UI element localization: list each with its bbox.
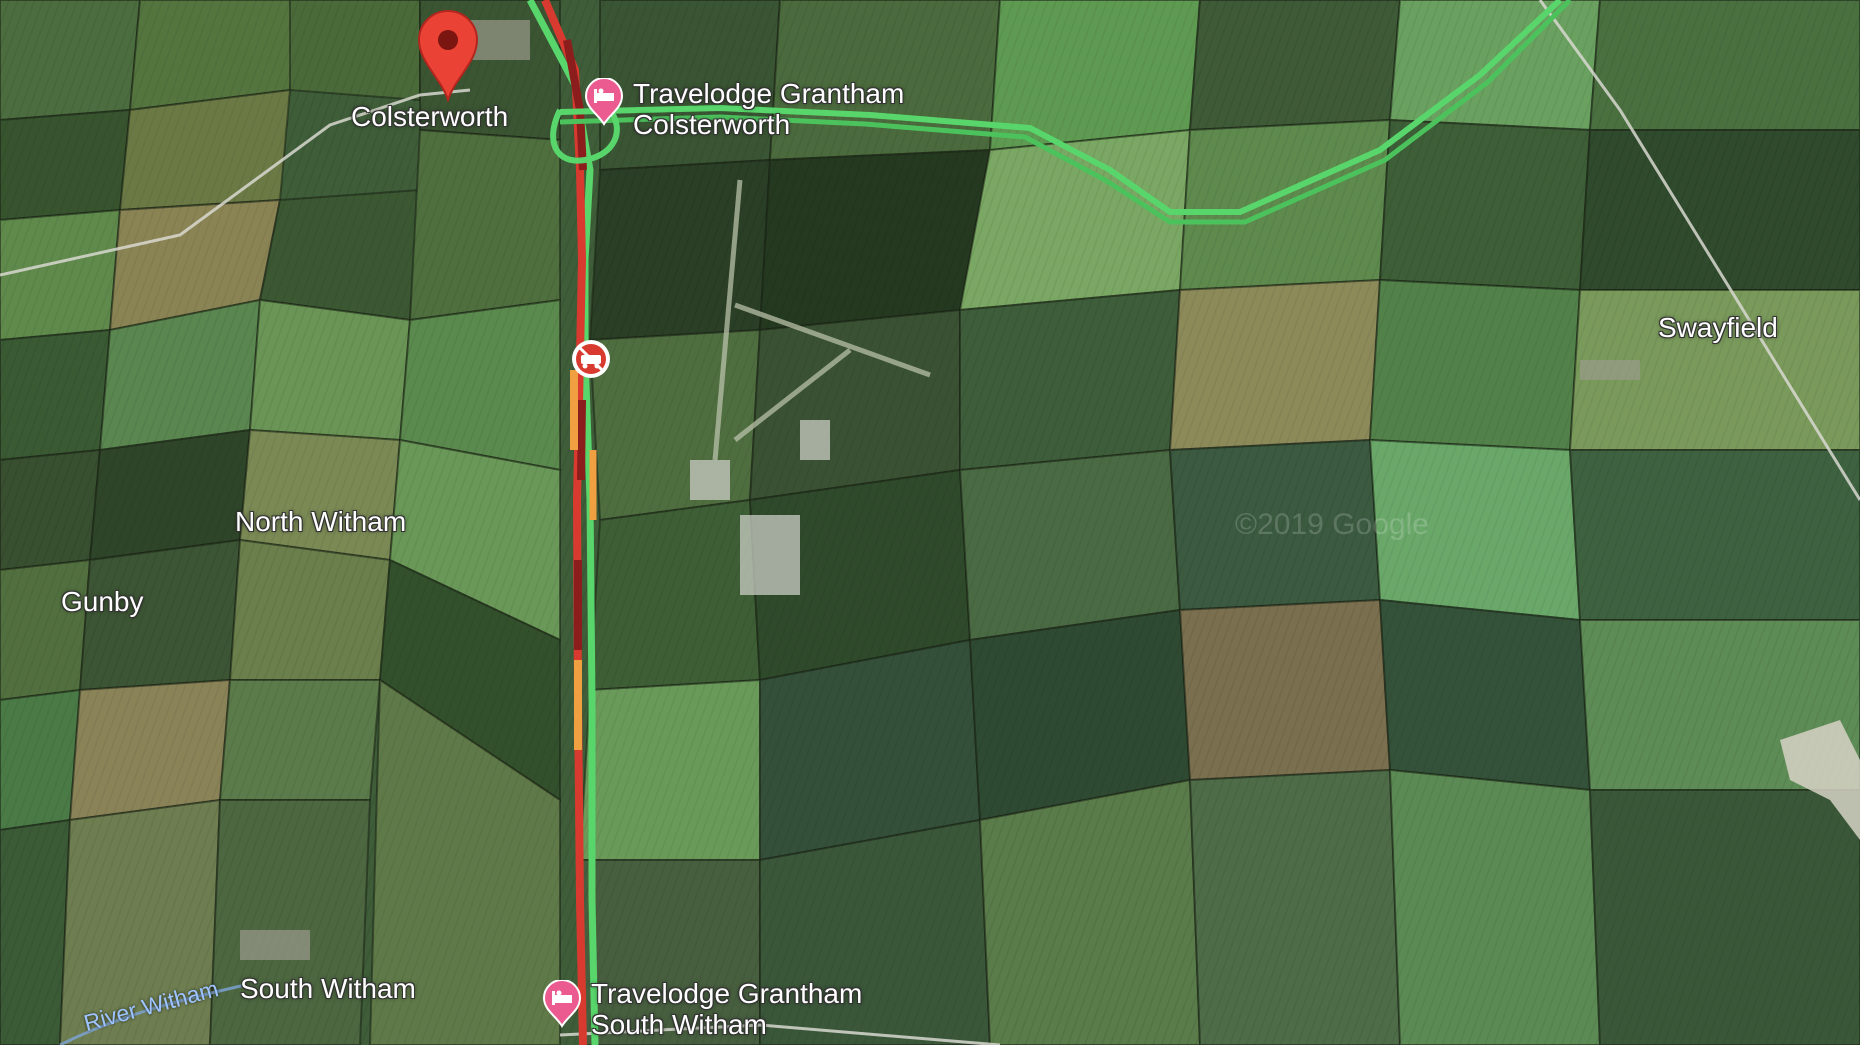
map-watermark: ©2019 Google [1235, 508, 1429, 541]
place-label-north-witham[interactable]: North Witham [235, 507, 406, 537]
place-label-swayfield[interactable]: Swayfield [1658, 313, 1778, 343]
map-view[interactable]: ©2019 Google Colsterworth North Witham G… [0, 0, 1860, 1045]
poi-travelodge-south-witham[interactable] [542, 979, 582, 1033]
place-label-south-witham[interactable]: South Witham [240, 974, 416, 1004]
traffic-segment-severe-2 [577, 399, 586, 481]
poi-label-travelodge-colsterworth[interactable]: Travelodge Grantham Colsterworth [633, 78, 904, 140]
poi-label-line2: South Witham [591, 1009, 767, 1040]
hotel-icon [542, 979, 582, 1028]
road-closure-marker[interactable] [570, 338, 612, 385]
poi-label-travelodge-south-witham[interactable]: Travelodge Grantham South Witham [591, 978, 862, 1040]
hotel-icon [584, 77, 624, 126]
location-pin[interactable] [417, 10, 479, 107]
poi-label-line2: Colsterworth [633, 109, 791, 140]
poi-travelodge-colsterworth[interactable] [584, 77, 624, 131]
road-closure-icon [572, 340, 610, 378]
place-label-gunby[interactable]: Gunby [61, 587, 144, 617]
poi-label-line1: Travelodge Grantham [633, 78, 905, 109]
location-pin-icon [417, 10, 479, 104]
poi-label-line1: Travelodge Grantham [591, 978, 863, 1009]
